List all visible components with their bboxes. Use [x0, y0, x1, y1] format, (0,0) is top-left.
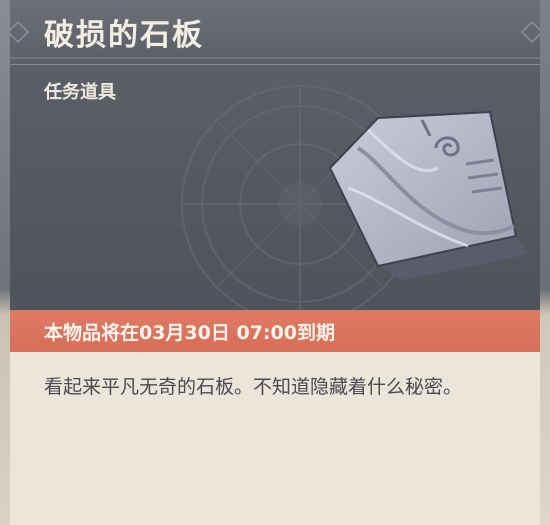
item-category: 任务道具 [44, 82, 116, 103]
stone-slab-icon [328, 110, 530, 280]
left-frame-edge [0, 0, 10, 525]
item-detail-card: 破损的石板 任务道具 本物品将在03月30日 07:00到期 看起来平凡无奇的石… [0, 0, 550, 525]
right-frame-edge [540, 0, 550, 525]
item-name: 破损的石板 [44, 18, 204, 53]
item-description: 看起来平凡无奇的石板。不知道隐藏着什么秘密。 [44, 376, 463, 398]
expiry-notice: 本物品将在03月30日 07:00到期 [44, 322, 335, 344]
